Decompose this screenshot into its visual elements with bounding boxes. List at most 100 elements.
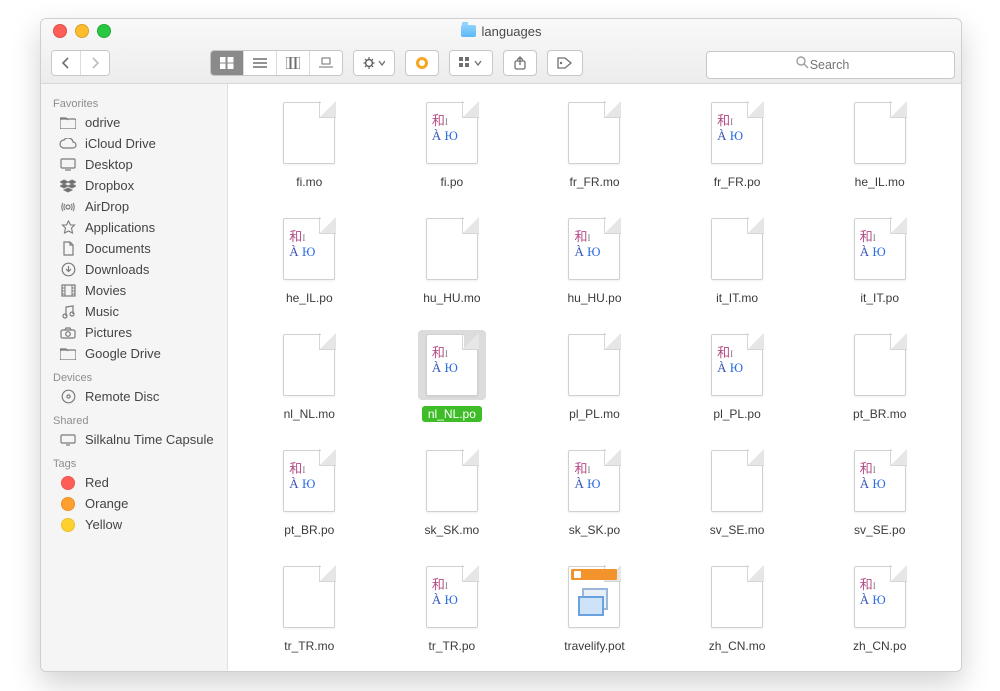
file-thumbnail xyxy=(418,214,486,284)
group-button[interactable] xyxy=(450,51,492,75)
file-item[interactable]: 和IÀ Юfr_FR.po xyxy=(666,98,809,190)
sidebar-item[interactable]: AirDrop xyxy=(41,196,227,217)
app-button[interactable] xyxy=(405,50,439,76)
view-switcher xyxy=(210,50,343,76)
nav-buttons xyxy=(51,50,110,76)
forward-button[interactable] xyxy=(80,51,109,75)
file-item[interactable]: 和IÀ Юsk_SK.po xyxy=(523,446,666,538)
sidebar: FavoritesodriveiCloud DriveDesktopDropbo… xyxy=(41,84,228,671)
file-thumbnail xyxy=(560,562,628,632)
file-item[interactable]: fr_FR.mo xyxy=(523,98,666,190)
action-menu-button[interactable] xyxy=(354,51,394,75)
icon-view-button[interactable] xyxy=(211,51,243,75)
file-area[interactable]: fi.mo和IÀ Юfi.pofr_FR.mo和IÀ Юfr_FR.pohe_I… xyxy=(228,84,961,671)
sidebar-item-label: Pictures xyxy=(85,325,132,340)
file-name-label: pt_BR.po xyxy=(278,522,340,538)
sidebar-item-label: Applications xyxy=(85,220,155,235)
camera-icon xyxy=(59,327,77,339)
sidebar-item[interactable]: iCloud Drive xyxy=(41,133,227,154)
sidebar-item[interactable]: Documents xyxy=(41,238,227,259)
file-thumbnail: 和IÀ Ю xyxy=(560,214,628,284)
back-button[interactable] xyxy=(52,51,80,75)
file-item[interactable]: 和IÀ Ю nl_NL.po xyxy=(381,330,524,422)
file-item[interactable]: he_IL.mo xyxy=(808,98,951,190)
sidebar-item[interactable]: Yellow xyxy=(41,514,227,535)
sidebar-item[interactable]: Red xyxy=(41,472,227,493)
sidebar-item[interactable]: Music xyxy=(41,301,227,322)
file-item[interactable]: 和IÀ Юtr_TR.po xyxy=(381,562,524,654)
airdrop-icon xyxy=(59,200,77,214)
file-item[interactable]: pt_BR.mo xyxy=(808,330,951,422)
file-thumbnail xyxy=(846,330,914,400)
file-item[interactable]: pl_PL.mo xyxy=(523,330,666,422)
coverflow-view-button[interactable] xyxy=(309,51,342,75)
file-item[interactable]: 和IÀ Ю he_IL.po xyxy=(238,214,381,306)
file-name-label: it_IT.po xyxy=(854,290,905,306)
file-thumbnail: 和IÀ Ю xyxy=(846,214,914,284)
file-thumbnail xyxy=(418,446,486,516)
file-thumbnail: 和IÀ Ю xyxy=(560,446,628,516)
file-thumbnail xyxy=(703,446,771,516)
file-item[interactable]: hu_HU.mo xyxy=(381,214,524,306)
file-thumbnail: 和IÀ Ю xyxy=(275,446,343,516)
sidebar-item[interactable]: Movies xyxy=(41,280,227,301)
file-item[interactable]: 和IÀ Ю hu_HU.po xyxy=(523,214,666,306)
sidebar-item[interactable]: Orange xyxy=(41,493,227,514)
file-name-label: zh_CN.mo xyxy=(703,638,772,654)
tags-button[interactable] xyxy=(547,50,583,76)
file-item[interactable]: zh_CN.mo xyxy=(666,562,809,654)
file-item[interactable]: sv_SE.mo xyxy=(666,446,809,538)
search-input[interactable] xyxy=(706,51,955,79)
file-item[interactable]: 和IÀ Юpl_PL.po xyxy=(666,330,809,422)
display-icon xyxy=(59,434,77,446)
file-item[interactable]: it_IT.mo xyxy=(666,214,809,306)
file-thumbnail: 和IÀ Ю xyxy=(275,214,343,284)
file-name-label: sv_SE.mo xyxy=(704,522,771,538)
file-name-label: tr_TR.mo xyxy=(278,638,340,654)
sidebar-item[interactable]: Dropbox xyxy=(41,175,227,196)
file-item[interactable]: travelify.pot xyxy=(523,562,666,654)
list-view-button[interactable] xyxy=(243,51,276,75)
cloud-icon xyxy=(59,138,77,150)
search-field[interactable] xyxy=(706,51,951,75)
sidebar-item-label: Desktop xyxy=(85,157,133,172)
file-name-label: travelify.pot xyxy=(558,638,630,654)
sidebar-item[interactable]: Applications xyxy=(41,217,227,238)
file-name-label: he_IL.po xyxy=(280,290,339,306)
file-thumbnail xyxy=(275,330,343,400)
sidebar-item[interactable]: odrive xyxy=(41,112,227,133)
file-item[interactable]: 和IÀ Ю pt_BR.po xyxy=(238,446,381,538)
file-item[interactable]: tr_TR.mo xyxy=(238,562,381,654)
sidebar-section-header: Devices xyxy=(41,364,227,386)
download-icon xyxy=(59,262,77,277)
file-name-label: fr_FR.po xyxy=(708,174,767,190)
file-item[interactable]: 和IÀ Юsv_SE.po xyxy=(808,446,951,538)
file-name-label: hu_HU.po xyxy=(561,290,627,306)
sidebar-item-label: Silkalnu Time Capsule xyxy=(85,432,214,447)
sidebar-item[interactable]: Silkalnu Time Capsule xyxy=(41,429,227,450)
file-name-label: nl_NL.mo xyxy=(278,406,341,422)
share-button[interactable] xyxy=(503,50,537,76)
sidebar-item[interactable]: Google Drive xyxy=(41,343,227,364)
column-view-button[interactable] xyxy=(276,51,309,75)
sidebar-item[interactable]: Downloads xyxy=(41,259,227,280)
sidebar-section-header: Shared xyxy=(41,407,227,429)
file-item[interactable]: 和IÀ Юfi.po xyxy=(381,98,524,190)
file-thumbnail: 和IÀ Ю xyxy=(418,330,486,400)
file-name-label: it_IT.mo xyxy=(710,290,764,306)
file-item[interactable]: 和IÀ Юzh_CN.po xyxy=(808,562,951,654)
file-thumbnail xyxy=(275,562,343,632)
file-item[interactable]: sk_SK.mo xyxy=(381,446,524,538)
file-item[interactable]: 和IÀ Ю it_IT.po xyxy=(808,214,951,306)
sidebar-item[interactable]: Remote Disc xyxy=(41,386,227,407)
tag-icon xyxy=(59,497,77,511)
sidebar-item[interactable]: Desktop xyxy=(41,154,227,175)
sidebar-section-header: Tags xyxy=(41,450,227,472)
sidebar-item[interactable]: Pictures xyxy=(41,322,227,343)
sidebar-item-label: Google Drive xyxy=(85,346,161,361)
file-thumbnail xyxy=(846,98,914,168)
file-item[interactable]: fi.mo xyxy=(238,98,381,190)
file-item[interactable]: nl_NL.mo xyxy=(238,330,381,422)
sidebar-item-label: Remote Disc xyxy=(85,389,159,404)
file-name-label: nl_NL.po xyxy=(422,406,482,422)
